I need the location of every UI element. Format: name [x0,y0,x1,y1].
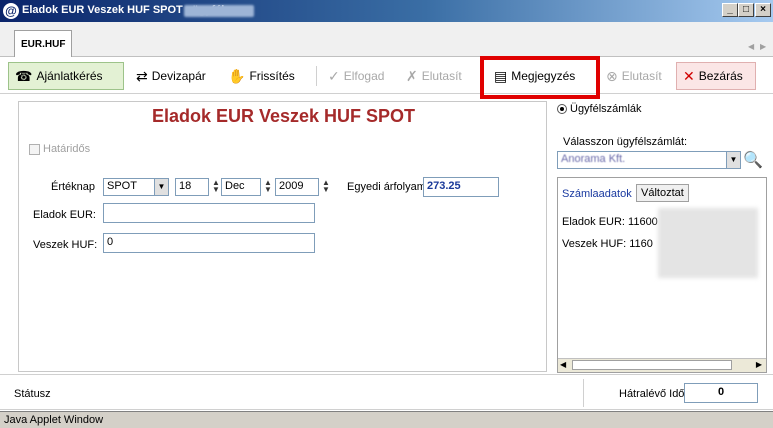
currency-pair-button[interactable]: ⇄ Devizapár [130,62,220,90]
close-label: Bezárás [698,69,743,83]
maximize-button[interactable]: □ [738,3,754,17]
status-label: Státusz [14,388,51,400]
dropdown-arrow-icon[interactable]: ▼ [154,179,168,195]
status-divider [583,379,584,407]
buy-label: Veszek HUF: [33,239,98,251]
reject2-label: Elutasít [621,69,662,83]
status-bar: Státusz Hátralévő Idő 0 [0,374,773,410]
year-value: 2009 [279,180,304,192]
forward-label: Határidős [43,143,91,155]
day-value: 18 [179,180,192,192]
close-button[interactable]: ✕ Bezárás [676,62,756,90]
sell-eur-input[interactable] [103,203,315,223]
buy-huf-input[interactable]: 0 [103,233,315,253]
redacted-account-numbers [658,208,758,278]
choose-account-label: Válasszon ügyfélszámlát: [563,136,688,148]
year-spinner[interactable]: 2009 [275,178,319,196]
sell-label: Eladok EUR: [33,209,96,221]
month-spinner-icon[interactable]: ▲ ▼ [264,179,272,194]
close-window-button[interactable]: × [755,3,771,17]
custom-rate-label: Egyedi árfolyam [347,181,426,193]
forward-checkbox[interactable] [29,144,40,155]
value-date-type-select[interactable]: SPOT ▼ [103,178,169,196]
check-icon: ✓ [328,68,340,84]
minimize-button[interactable]: _ [722,3,738,17]
tab-strip: EUR.HUF ◀ ▶ [0,22,773,57]
account-details-box: Számlaadatok Változtat Eladok EUR: 11600… [557,177,767,373]
custom-rate-input[interactable]: 273.25 [423,177,499,197]
highlight-box [480,56,600,99]
scroll-left-icon[interactable]: ◀ [560,360,566,369]
reject-button[interactable]: ✗ Elutasít [400,62,476,90]
close-icon: ✕ [683,68,695,84]
toolbar: ☎ Ajánlatkérés ⇄ Devizapár ✋ Frissítés ✓… [0,58,773,94]
accounts-panel: Ügyfélszámlák Válasszon ügyfélszámlát: A… [553,101,771,373]
redacted-client-name [184,5,254,17]
value-date-type-value: SPOT [107,180,137,192]
day-spinner[interactable]: 18 [175,178,209,196]
account-dropdown-arrow-icon[interactable]: ▼ [726,152,740,168]
year-spinner-icon[interactable]: ▲ ▼ [322,179,330,194]
account-select[interactable]: Anorama Kft. ▼ [557,151,741,169]
month-spinner[interactable]: Dec [221,178,261,196]
deal-form-panel: Eladok EUR Veszek HUF SPOT Határidős Ért… [18,101,547,372]
account-details-label: Számlaadatok [562,188,632,200]
remaining-time-label: Hátralévő Idő [619,388,685,400]
change-account-button[interactable]: Változtat [636,184,689,202]
refresh-button[interactable]: ✋ Frissítés [222,62,310,90]
value-date-label: Értéknap [51,181,96,193]
accept-button[interactable]: ✓ Elfogad [322,62,396,90]
account-select-value: Anorama Kft. [561,153,626,165]
reject-button-2[interactable]: ⊗ Elutasít [600,62,672,90]
stop-icon: ⊗ [606,68,618,84]
currency-icon: ⇄ [136,68,148,84]
reject-icon: ✗ [406,68,418,84]
tab-scroll-right-icon[interactable]: ▶ [760,42,768,52]
toolbar-separator [316,66,317,86]
day-spinner-icon[interactable]: ▲ ▼ [212,179,220,194]
reject-label: Elutasít [421,69,462,83]
quote-request-label: Ajánlatkérés [36,69,103,83]
hand-icon: ✋ [228,68,246,84]
quote-request-button[interactable]: ☎ Ajánlatkérés [8,62,124,90]
accept-label: Elfogad [343,69,385,83]
sell-account-text: Eladok EUR: 11600 [562,216,658,228]
app-icon: @ [3,3,19,19]
tab-scroll-left-icon[interactable]: ◀ [748,42,756,52]
month-value: Dec [225,180,245,192]
deal-title: Eladok EUR Veszek HUF SPOT [151,106,416,126]
window-title-bar[interactable]: @ Eladok EUR Veszek HUF SPOT , ügyfél _ … [0,0,773,22]
tab-eur-huf[interactable]: EUR.HUF [14,30,72,57]
currency-pair-label: Devizapár [151,69,206,83]
client-accounts-radio[interactable] [557,104,567,114]
remaining-time-value: 0 [684,383,758,403]
search-icon[interactable]: 🔍 [743,150,763,170]
refresh-label: Frissítés [249,69,295,83]
scrollbar-thumb[interactable] [572,360,732,370]
client-accounts-label: Ügyfélszámlák [570,103,642,115]
scroll-right-icon[interactable]: ▶ [756,360,762,369]
horizontal-scrollbar[interactable]: ◀ ▶ [558,358,766,372]
buy-account-text: Veszek HUF: 1160 [562,238,653,250]
phone-request-icon: ☎ [15,68,33,84]
java-applet-bar: Java Applet Window [0,411,773,428]
